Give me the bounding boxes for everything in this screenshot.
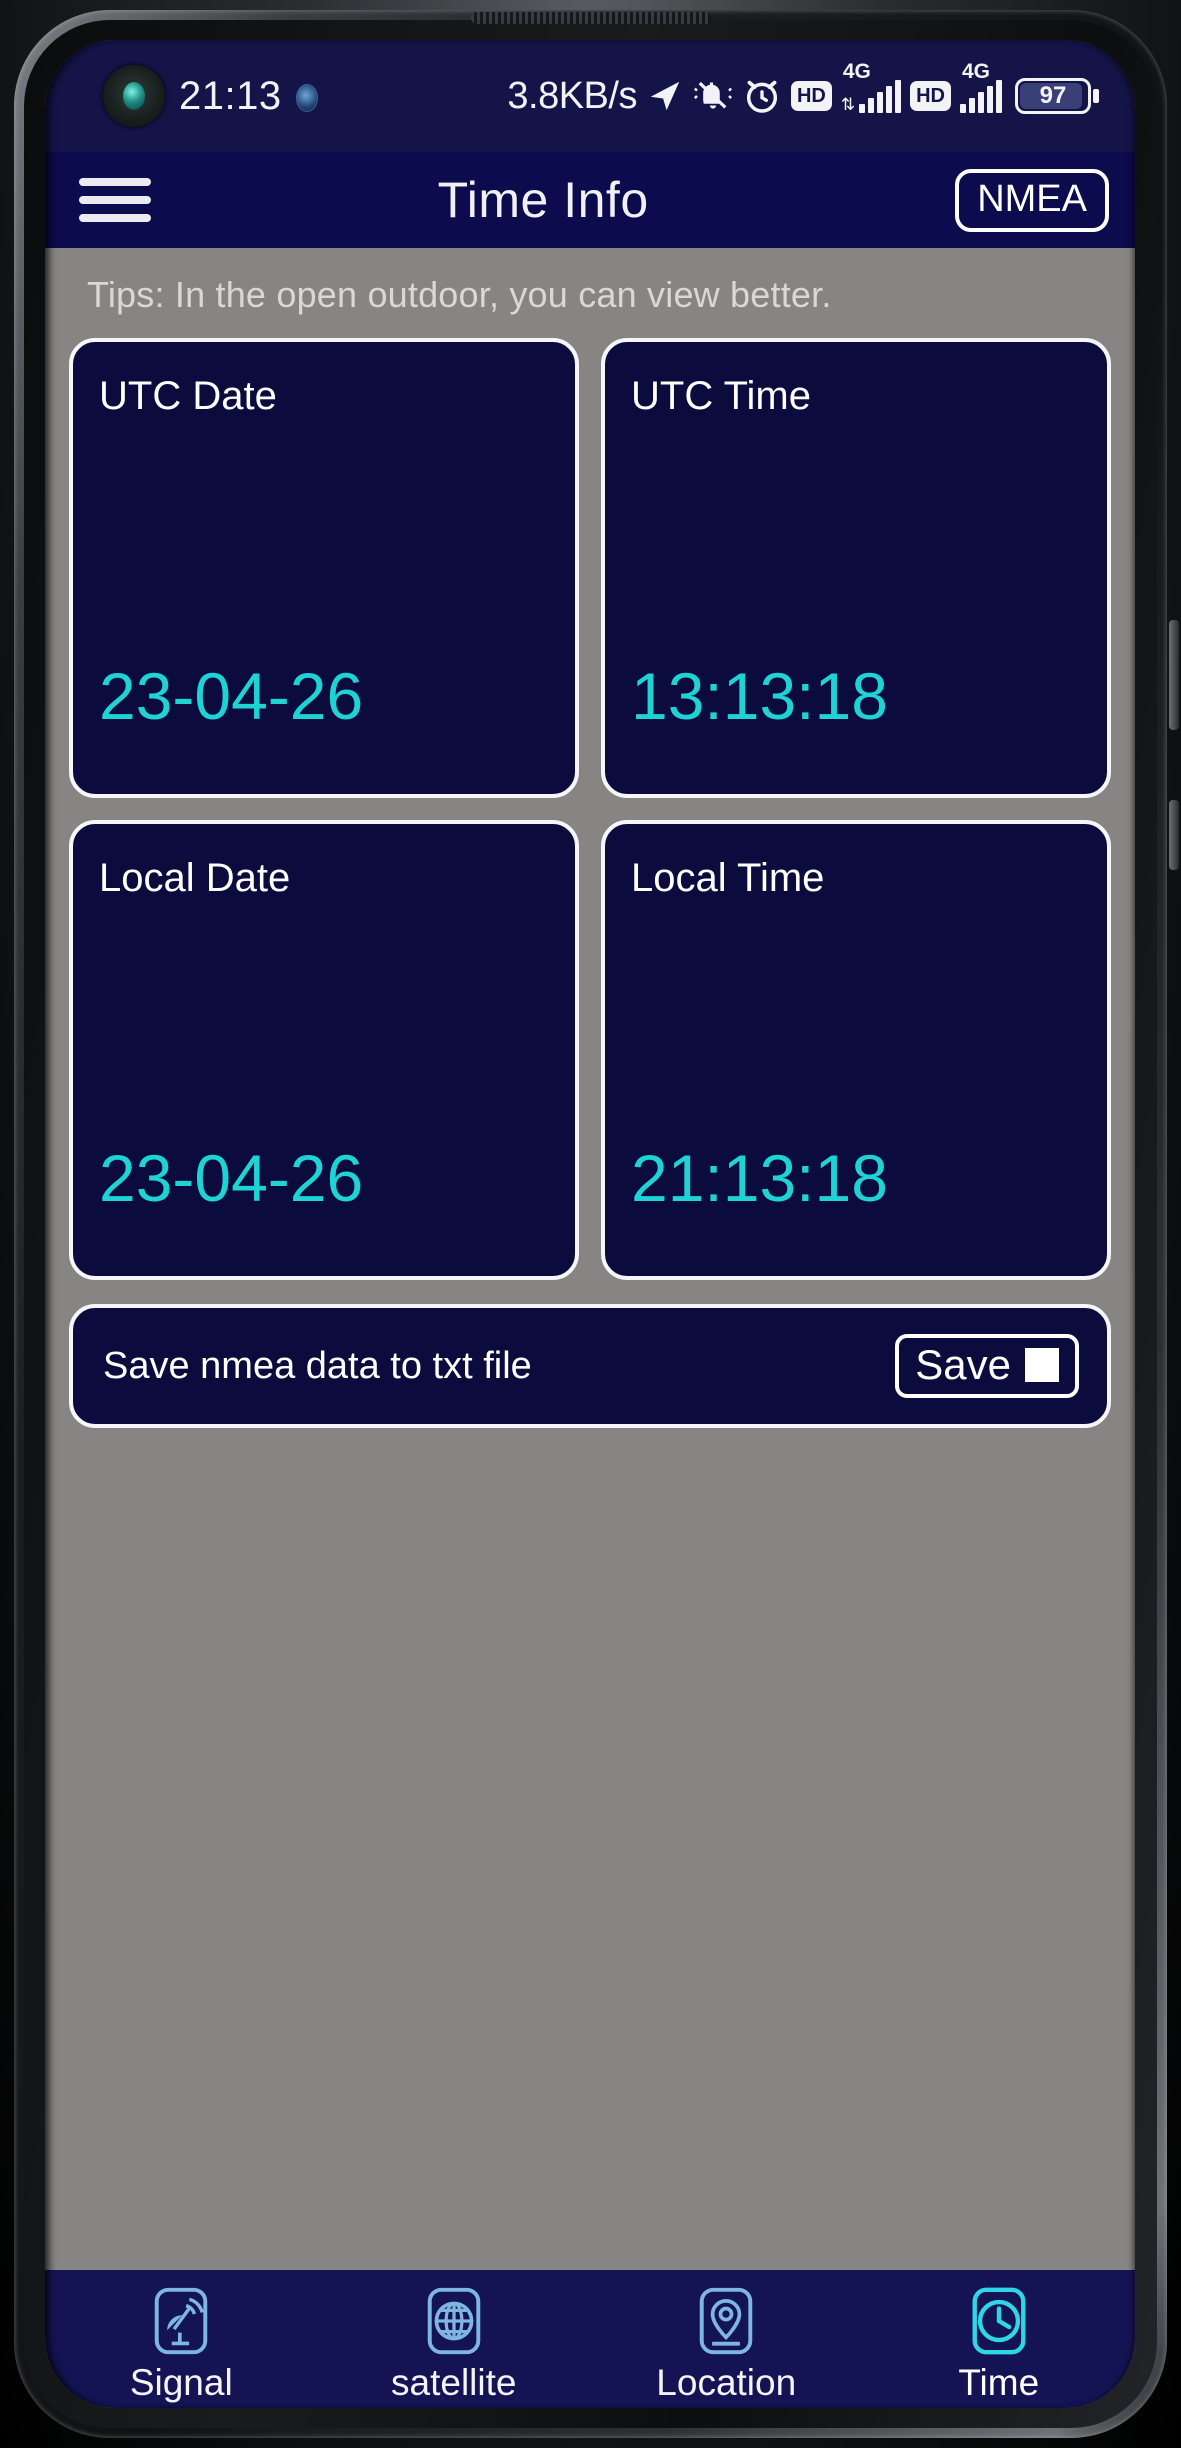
save-nmea-row: Save nmea data to txt file Save (69, 1304, 1111, 1428)
nav-item-location[interactable]: Location (590, 2278, 863, 2401)
battery-level-text: 97 (1039, 82, 1067, 109)
card-label: UTC Time (631, 374, 811, 418)
4g-signal-icon: 4G ⇅ (840, 60, 902, 114)
front-camera-lens (103, 65, 165, 127)
phone-frame: 21:13 3.8KB/s HD 4G ⇅ HD 4G 97 Time Info… (0, 0, 1181, 2448)
card-utc-time[interactable]: UTC Time 13:13:18 (601, 338, 1111, 798)
alarm-clock-icon (742, 76, 782, 116)
app-bar: Time Info NMEA (45, 152, 1135, 248)
data-activity-icon: ⇅ (840, 94, 856, 114)
nmea-button[interactable]: NMEA (955, 168, 1109, 232)
tips-text: Tips: In the open outdoor, you can view … (87, 274, 832, 315)
card-row-utc: UTC Date 23-04-26 UTC Time 13:13:18 (69, 338, 1111, 798)
card-value: 21:13:18 (631, 1141, 888, 1215)
page-title: Time Info (437, 172, 649, 228)
network-type-label: 4G (842, 59, 871, 83)
navigation-arrow-icon (646, 77, 684, 115)
battery-tip (1093, 89, 1099, 103)
card-local-date[interactable]: Local Date 23-04-26 (69, 820, 579, 1280)
bell-muted-icon (693, 77, 733, 115)
nav-item-time[interactable]: Time (863, 2278, 1136, 2401)
power-button[interactable] (1169, 800, 1179, 870)
card-row-local: Local Date 23-04-26 Local Time 21:13:18 (69, 820, 1111, 1280)
nav-label: Time (958, 2361, 1040, 2403)
save-checkbox[interactable] (1025, 1348, 1059, 1382)
hd-badge-icon-2: HD (910, 81, 951, 111)
status-bar-right: 3.8KB/s HD 4G ⇅ HD 4G 97 (507, 60, 1099, 118)
nav-item-satellite[interactable]: satellite (318, 2278, 591, 2401)
hd-badge-icon: HD (790, 81, 832, 111)
signal-bars (859, 79, 902, 113)
save-button[interactable]: Save (895, 1334, 1079, 1398)
satellite-dish-icon (144, 2284, 218, 2358)
globe-badge-icon (295, 84, 318, 112)
card-utc-date[interactable]: UTC Date 23-04-26 (69, 338, 579, 798)
status-clock: 21:13 (179, 73, 282, 118)
card-label: Local Date (99, 856, 291, 900)
save-nmea-label: Save nmea data to txt file (103, 1344, 532, 1387)
globe-grid-icon (417, 2284, 491, 2358)
card-local-time[interactable]: Local Time 21:13:18 (601, 820, 1111, 1280)
volume-button[interactable] (1169, 620, 1179, 730)
main-content: Tips: In the open outdoor, you can view … (45, 248, 1135, 2270)
status-bar: 21:13 3.8KB/s HD 4G ⇅ HD 4G 97 (45, 40, 1135, 152)
map-pin-icon (689, 2284, 763, 2358)
earpiece-speaker-grille (470, 12, 711, 24)
card-value: 23-04-26 (99, 1141, 364, 1215)
phone-screen: 21:13 3.8KB/s HD 4G ⇅ HD 4G 97 Time Info… (45, 40, 1135, 2408)
card-value: 23-04-26 (99, 659, 364, 733)
signal-bars-2 (960, 79, 1002, 113)
4g-signal-icon-2: 4G (960, 60, 1002, 113)
network-rate-text: 3.8KB/s (507, 74, 637, 117)
nav-label: Location (656, 2361, 797, 2403)
card-value: 13:13:18 (631, 659, 888, 733)
card-label: UTC Date (99, 374, 277, 418)
nav-label: satellite (391, 2361, 517, 2403)
battery-body: 97 (1015, 78, 1091, 114)
save-button-label: Save (915, 1341, 1011, 1388)
bottom-navigation: Signal satellite Location Time (45, 2270, 1135, 2408)
battery-icon: 97 (1015, 78, 1099, 114)
card-label: Local Time (631, 856, 825, 900)
nav-label: Signal (129, 2361, 233, 2403)
nav-item-signal[interactable]: Signal (45, 2278, 318, 2401)
clock-icon (962, 2284, 1036, 2358)
status-bar-left: 21:13 (103, 65, 318, 127)
network-type-label-2: 4G (962, 59, 991, 83)
